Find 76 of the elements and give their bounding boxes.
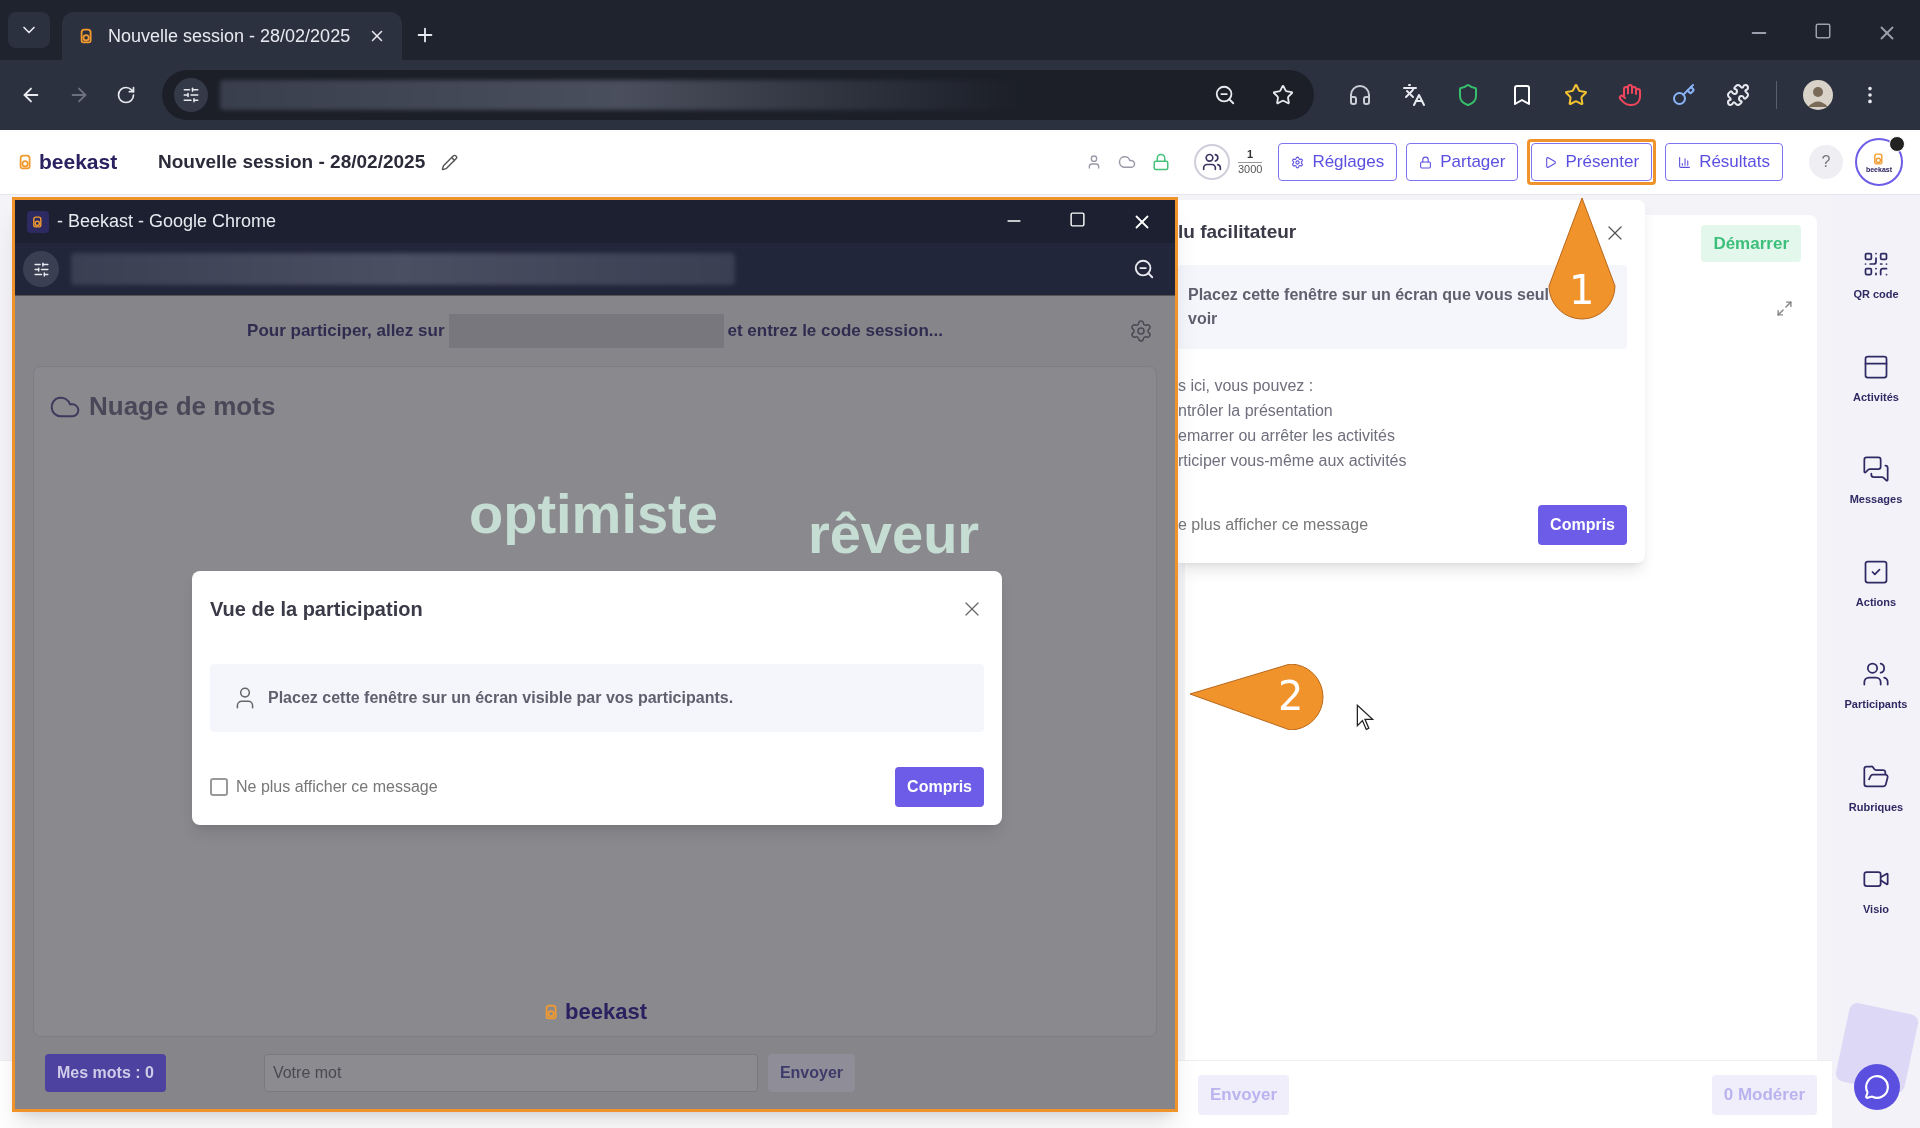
sidebar-item[interactable]: Actions (1834, 557, 1918, 610)
sidebar-item[interactable]: Visio (1834, 865, 1918, 918)
cloud-icon[interactable] (1117, 153, 1136, 171)
confirm-button[interactable]: Compris (1538, 505, 1627, 545)
maximize-icon[interactable] (1814, 22, 1832, 40)
messages-icon (1862, 455, 1890, 483)
notice-text: Placez cette fenêtre sur un écran visible par vos participants. (268, 688, 734, 708)
chat-icon (1864, 1074, 1890, 1100)
site-settings-icon[interactable] (32, 260, 50, 278)
dialog-title: Vue de la participation (210, 596, 423, 622)
zoom-icon[interactable] (1133, 258, 1155, 280)
chat-button[interactable] (1854, 1064, 1900, 1110)
callout-number: 2 (1278, 676, 1304, 716)
word-input-field[interactable]: Votre mot (263, 1054, 758, 1092)
gear-icon (1291, 155, 1305, 169)
play-icon (1544, 155, 1558, 169)
bookmark-star-icon[interactable] (1272, 84, 1294, 106)
sidebar-item[interactable]: QR code (1834, 250, 1918, 303)
my-words-button[interactable]: Mes mots : 0 (45, 1054, 166, 1092)
participants-icon[interactable] (1201, 152, 1222, 172)
expand-icon[interactable] (1776, 300, 1793, 317)
header-button[interactable]: Présenter (1527, 139, 1657, 185)
reload-icon[interactable] (116, 85, 136, 105)
checkbox-label: e plus afficher ce message (1178, 515, 1369, 535)
tab-title: Nouvelle session - 28/02/2025 (108, 24, 352, 48)
star-icon[interactable] (1564, 83, 1588, 107)
brand-logo[interactable]: beekast (39, 146, 118, 178)
panel-list-item: rticiper vous-même aux activités (1178, 451, 1408, 471)
header-button[interactable]: Réglages (1278, 143, 1398, 181)
notice-text: voir (1188, 309, 1218, 329)
headset-icon[interactable] (1348, 83, 1372, 107)
panel-intro: s ici, vous pouvez : (1178, 376, 1315, 396)
lock-icon (1419, 155, 1433, 169)
users-icon (1862, 660, 1890, 688)
header-button[interactable]: Résultats (1665, 143, 1783, 181)
bar-chart-icon (1678, 155, 1692, 169)
logo-icon (1872, 151, 1886, 166)
languages-icon[interactable] (1402, 83, 1426, 107)
panel-title: lu facilitateur (1178, 220, 1297, 245)
help-button[interactable]: ? (1809, 145, 1843, 179)
sidebar-item[interactable]: Participants (1834, 660, 1918, 713)
activity-title: Nuage de mots (89, 390, 276, 423)
callout-number: 1 (1569, 270, 1595, 310)
session-title: Nouvelle session - 28/02/2025 (158, 149, 426, 174)
logo-icon (31, 214, 45, 229)
qr-code-icon (1862, 250, 1890, 278)
puzzle-icon[interactable] (1726, 83, 1750, 107)
window-title: - Beekast - Google Chrome (57, 210, 277, 233)
notification-badge (1889, 136, 1905, 152)
participant-count: 1 (1247, 147, 1254, 162)
key-icon[interactable] (1672, 83, 1696, 107)
zoom-icon[interactable] (1214, 84, 1236, 106)
confirm-button[interactable]: Compris (895, 767, 984, 807)
join-text: Pour participer, allez sur (247, 320, 445, 343)
panel-list-item: ntrôler la présentation (1178, 401, 1334, 421)
header-button[interactable]: Partager (1406, 143, 1519, 181)
brand-logo: beekast (565, 998, 647, 1026)
mouse-cursor-icon (1356, 704, 1374, 732)
notice-text: Placez cette fenêtre sur un écran que vous seul (1188, 285, 1550, 305)
browser-tab[interactable]: Nouvelle session - 28/02/2025 (62, 12, 402, 60)
sidebar-item[interactable]: Messages (1834, 455, 1918, 508)
word-cloud-word: optimiste (469, 486, 718, 547)
sidebar-item[interactable]: Activités (1834, 352, 1918, 405)
profile-avatar-icon[interactable] (1803, 80, 1833, 110)
panel-list-item: emarrer ou arrêter les activités (1178, 426, 1396, 446)
checkbox[interactable] (210, 778, 228, 796)
send-button[interactable]: Envoyer (767, 1054, 856, 1092)
sidebar-item[interactable]: Rubriques (1834, 762, 1918, 815)
participant-max: 3000 (1237, 161, 1263, 177)
shield-icon[interactable] (1456, 83, 1480, 107)
hand-icon[interactable] (1618, 83, 1642, 107)
edit-icon[interactable] (441, 153, 459, 171)
checkbox-label: Ne plus afficher ce message (236, 777, 438, 797)
word-cloud-word: rêveur (807, 506, 980, 562)
join-text: et entrez le code session... (727, 320, 943, 343)
site-settings-icon[interactable] (182, 86, 200, 104)
